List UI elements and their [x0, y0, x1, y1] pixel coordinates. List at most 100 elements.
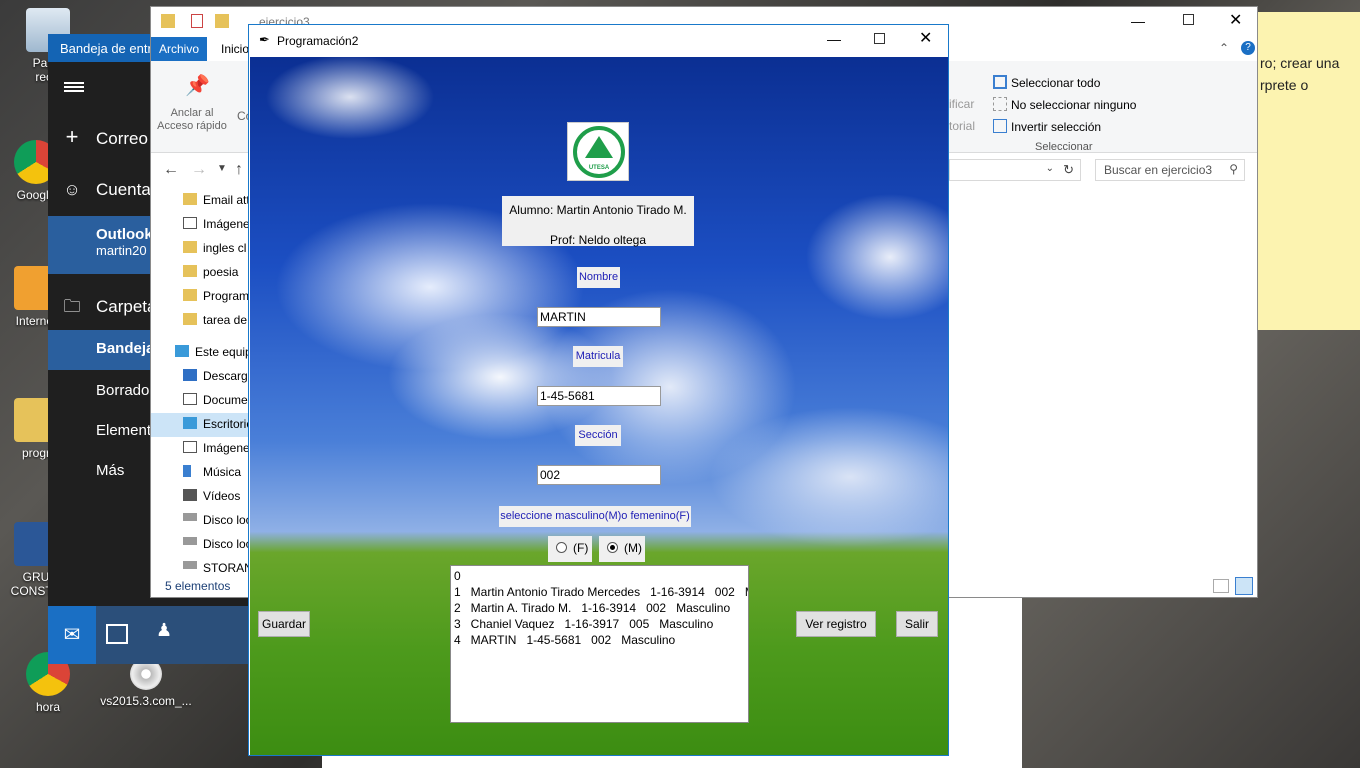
list-item[interactable]: 4 MARTIN 1-45-5681 002 Masculino [454, 632, 745, 648]
folder-icon [183, 193, 197, 205]
nav-item[interactable]: Program [203, 289, 249, 303]
drive-icon [183, 561, 197, 569]
logo-triangle [585, 136, 613, 158]
nav-item[interactable]: poesia [203, 265, 238, 279]
hamburger-icon[interactable] [64, 80, 84, 94]
minimize-button[interactable]: — [1131, 13, 1145, 29]
tab-file[interactable]: Archivo [151, 37, 207, 61]
dialog-client-area: UTESA Alumno: Martin Antonio Tirado M. P… [250, 57, 948, 755]
student-info-box: Alumno: Martin Antonio Tirado M. Prof: N… [502, 196, 694, 247]
close-button[interactable]: ✕ [1229, 10, 1242, 30]
salir-button[interactable]: Salir [896, 611, 938, 637]
drive-icon [183, 537, 197, 545]
matricula-input[interactable]: 1-45-5681 [537, 386, 661, 406]
records-listbox[interactable]: 0 1 Martin Antonio Tirado Mercedes 1-16-… [450, 565, 749, 723]
search-box[interactable]: Buscar en ejercicio3 ⚲ [1095, 159, 1245, 181]
desktop-icon-vs2015[interactable]: vs2015.3.com_... [98, 658, 194, 708]
chevron-down-icon[interactable]: ▼ [217, 163, 227, 174]
select-all-label: Seleccionar todo [1011, 76, 1101, 90]
logo-seal: UTESA [573, 126, 625, 178]
search-icon: ⚲ [1229, 162, 1238, 176]
mail-bottom-bar: ✉ ♟ [48, 606, 248, 664]
student-name: Alumno: Martin Antonio Tirado M. [509, 203, 687, 217]
nav-item[interactable]: ingles cl [203, 241, 246, 255]
nav-item[interactable]: Este equip [195, 345, 252, 359]
seccion-input[interactable]: 002 [537, 465, 661, 485]
address-bar[interactable]: ⌄ ↻ [949, 159, 1081, 181]
nav-item[interactable]: Vídeos [203, 489, 240, 503]
calendar-icon[interactable] [106, 624, 128, 644]
radio-masculino[interactable]: (M) [599, 536, 645, 562]
help-icon[interactable]: ? [1241, 41, 1255, 55]
select-none-button[interactable]: No seleccionar ninguno [993, 97, 1136, 112]
list-item[interactable]: 1 Martin Antonio Tirado Mercedes 1-16-39… [454, 584, 748, 600]
professor-name: Prof: Neldo oltega [549, 233, 647, 247]
radio-femenino-indicator [556, 542, 567, 553]
history-button-partial[interactable]: torial [949, 119, 975, 133]
up-arrow-icon[interactable]: ↑ [235, 161, 243, 179]
drive-icon [183, 513, 197, 521]
utesa-logo: UTESA [567, 122, 629, 181]
pin-quick-access-button[interactable]: Anclar al Acceso rápido [157, 107, 227, 133]
nav-item[interactable]: Imágene [203, 441, 250, 455]
chevron-down-icon[interactable]: ⌄ [1046, 163, 1054, 174]
maximize-button[interactable] [1183, 14, 1194, 25]
forward-arrow-icon[interactable]: → [191, 161, 207, 179]
nav-item[interactable]: STORAN [203, 561, 253, 575]
edit-button-partial[interactable]: ificar [949, 97, 974, 111]
invert-selection-button[interactable]: Invertir selección [993, 119, 1101, 134]
person-icon: ☺ [63, 180, 81, 199]
people-icon[interactable]: ♟ [156, 620, 172, 641]
nombre-label: Nombre [577, 267, 620, 288]
folder-icon: 🗀 [63, 297, 81, 316]
pin-label: Anclar al Acceso rápido [157, 107, 227, 132]
navigation-pane: Email att Imágene ingles cl poesia Progr… [151, 189, 254, 575]
nav-item[interactable]: Email att [203, 193, 250, 207]
nav-item[interactable]: Música [203, 465, 241, 479]
minimize-button[interactable]: — [827, 31, 841, 47]
nav-item[interactable]: Docume [203, 393, 248, 407]
plus-icon: + [65, 124, 79, 149]
chevron-up-icon[interactable]: ⌃ [1219, 41, 1229, 55]
sticky-note[interactable]: ro; crear una rprete o [1258, 12, 1360, 330]
mail-icon[interactable]: ✉ [48, 606, 96, 664]
folder-icon [183, 289, 197, 301]
maximize-button[interactable] [874, 33, 885, 44]
ver-registro-button[interactable]: Ver registro [796, 611, 876, 637]
select-all-button[interactable]: Seleccionar todo [993, 75, 1100, 90]
new-folder-icon[interactable] [215, 14, 229, 28]
nav-item[interactable]: tarea de [203, 313, 247, 327]
dialog-titlebar: ✒ Programación2 — ✕ [249, 25, 948, 57]
nav-item[interactable]: Disco loc [203, 537, 252, 551]
large-icons-view-icon[interactable] [1235, 577, 1253, 595]
folder-icon [183, 241, 197, 253]
nav-item[interactable]: Imágene [203, 217, 250, 231]
nav-item[interactable]: Descarga [203, 369, 254, 383]
radio-femenino[interactable]: (F) [548, 536, 592, 562]
pictures-icon [183, 217, 197, 229]
properties-icon[interactable] [191, 14, 203, 28]
list-item[interactable]: 2 Martin A. Tirado M. 1-16-3914 002 Masc… [454, 600, 745, 616]
feather-icon: ✒ [259, 32, 270, 47]
radio-masculino-indicator [607, 542, 618, 553]
nav-item[interactable]: Escritorio [203, 417, 253, 431]
pin-icon: 📌 [185, 75, 210, 97]
nombre-input[interactable]: MARTIN [537, 307, 661, 327]
back-arrow-icon[interactable]: ← [163, 161, 179, 179]
status-bar-text: 5 elementos [165, 579, 231, 593]
details-view-icon[interactable] [1213, 579, 1229, 593]
list-item[interactable]: 0 [454, 568, 745, 584]
list-item[interactable]: 3 Chaniel Vaquez 1-16-3917 005 Masculino [454, 616, 745, 632]
nav-item[interactable]: Disco loc [203, 513, 252, 527]
documents-icon [183, 393, 197, 405]
programacion2-window: ✒ Programación2 — ✕ UTESA Alumno: Martin… [248, 24, 949, 756]
refresh-icon[interactable]: ↻ [1063, 162, 1074, 178]
logo-text: UTESA [588, 165, 610, 171]
tab-home[interactable]: Inicio [221, 42, 249, 56]
desktop-icon-label: vs2015.3.com_... [100, 694, 192, 708]
guardar-button[interactable]: Guardar [258, 611, 310, 637]
seccion-label: Sección [575, 425, 621, 446]
search-input[interactable]: Buscar en ejercicio3 [1104, 163, 1212, 177]
computer-icon [175, 345, 189, 357]
close-button[interactable]: ✕ [919, 28, 932, 48]
